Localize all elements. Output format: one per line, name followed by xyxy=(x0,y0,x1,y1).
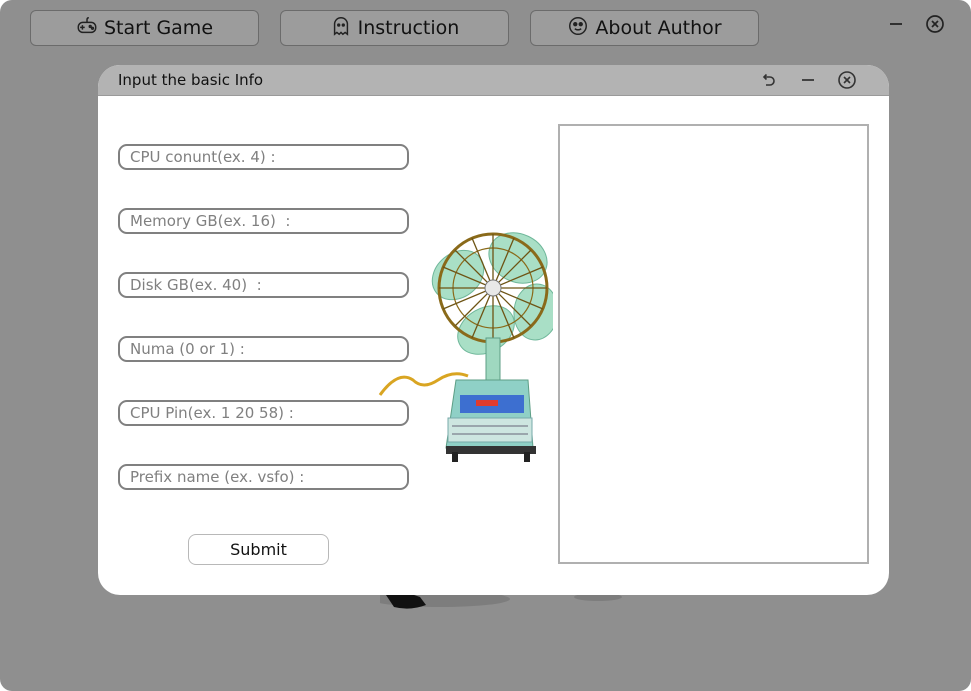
prefix-name-field[interactable] xyxy=(118,464,409,490)
basic-info-dialog: Input the basic Info Submit xyxy=(98,65,889,595)
about-author-label: About Author xyxy=(595,17,722,39)
start-game-label: Start Game xyxy=(103,17,214,39)
dialog-title: Input the basic Info xyxy=(118,71,264,89)
dialog-minimize-icon[interactable] xyxy=(798,70,818,90)
ghost-icon xyxy=(330,15,352,42)
cpu-pin-field[interactable] xyxy=(118,400,409,426)
numa-field[interactable] xyxy=(118,336,409,362)
about-author-button[interactable]: About Author xyxy=(530,10,759,46)
start-game-button[interactable]: Start Game xyxy=(30,10,259,46)
output-display-box xyxy=(558,124,869,564)
undo-icon[interactable] xyxy=(758,70,778,90)
instruction-button[interactable]: Instruction xyxy=(280,10,509,46)
dialog-titlebar: Input the basic Info xyxy=(98,65,889,96)
close-icon[interactable] xyxy=(924,13,946,39)
cpu-count-field[interactable] xyxy=(118,144,409,170)
memory-field[interactable] xyxy=(118,208,409,234)
dialog-close-icon[interactable] xyxy=(837,70,857,90)
disk-field[interactable] xyxy=(118,272,409,298)
smiley-icon xyxy=(567,15,589,42)
gamepad-icon xyxy=(76,15,98,42)
submit-button[interactable]: Submit xyxy=(188,534,329,565)
electric-fan-illustration xyxy=(378,232,553,462)
minimize-icon[interactable] xyxy=(886,14,906,38)
app-window: Start Game Instruction About Author Inpu… xyxy=(0,0,971,691)
instruction-label: Instruction xyxy=(357,17,460,39)
